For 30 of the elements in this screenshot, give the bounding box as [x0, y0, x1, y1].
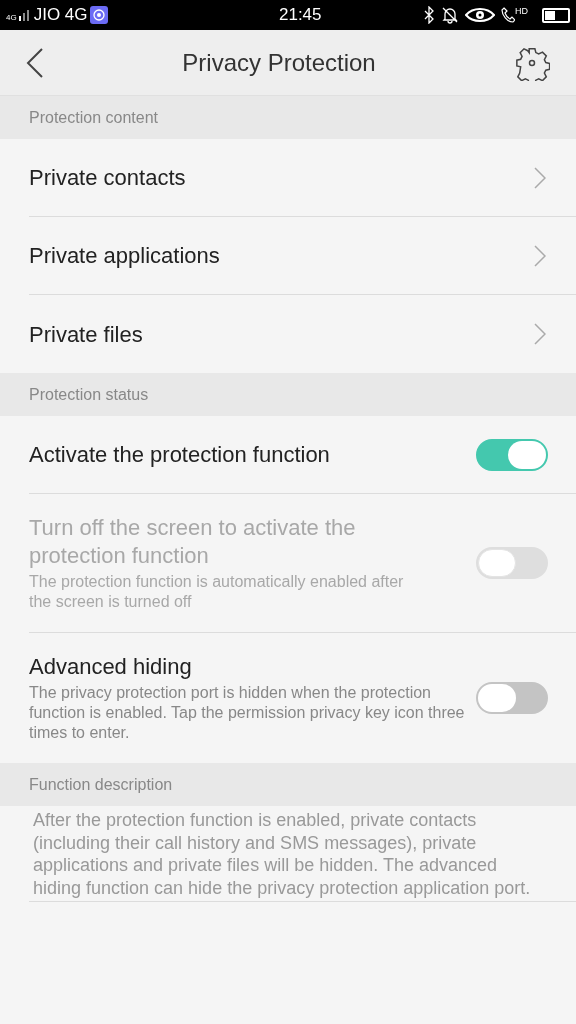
back-icon[interactable] — [26, 47, 44, 78]
app-icon — [89, 6, 108, 24]
chevron-right-icon — [534, 244, 546, 267]
chevron-right-icon — [534, 323, 546, 345]
phone-icon — [501, 7, 515, 23]
toggle-switch[interactable] — [476, 438, 548, 471]
section-header: Protection status — [0, 373, 576, 416]
section-header: Protection content — [0, 96, 576, 139]
bell-off-icon — [441, 6, 459, 24]
chevron-right-icon — [534, 166, 546, 189]
setting-label: Turn off the screen to activate the protection function — [29, 514, 357, 570]
menu-item[interactable]: Private applications — [29, 217, 576, 295]
setting-label: Activate the protection function — [29, 440, 331, 469]
page-title: Privacy Protection — [182, 47, 376, 78]
network-type: 4G — [6, 14, 17, 22]
signal-icon — [17, 8, 32, 22]
hd-label: HD — [515, 7, 528, 16]
carrier-name: JIO 4G — [33, 4, 88, 27]
setting-description: The privacy protection port is hidden when the protection function is enabled. Tap the permission privacy key icon three times to enter. — [29, 683, 466, 743]
description-paragraph: After the protection function is enabled, private contacts (including their call history and SMS messages), private applications and private files will be hidden. The advanced hiding function can hide the privacy protection application port. — [33, 809, 532, 899]
setting-label: Advanced hiding — [29, 653, 193, 681]
section-header: Function description — [0, 763, 576, 806]
battery-icon — [542, 7, 570, 23]
toggle-switch[interactable] — [476, 682, 548, 714]
menu-item[interactable]: Private contacts — [29, 139, 576, 217]
bluetooth-icon — [423, 6, 435, 24]
clock: 21:45 — [278, 4, 322, 27]
menu-item[interactable]: Private files — [29, 295, 576, 373]
eye-icon — [465, 7, 495, 23]
setting-description: The protection function is automatically enabled after the screen is turned off — [29, 572, 405, 612]
